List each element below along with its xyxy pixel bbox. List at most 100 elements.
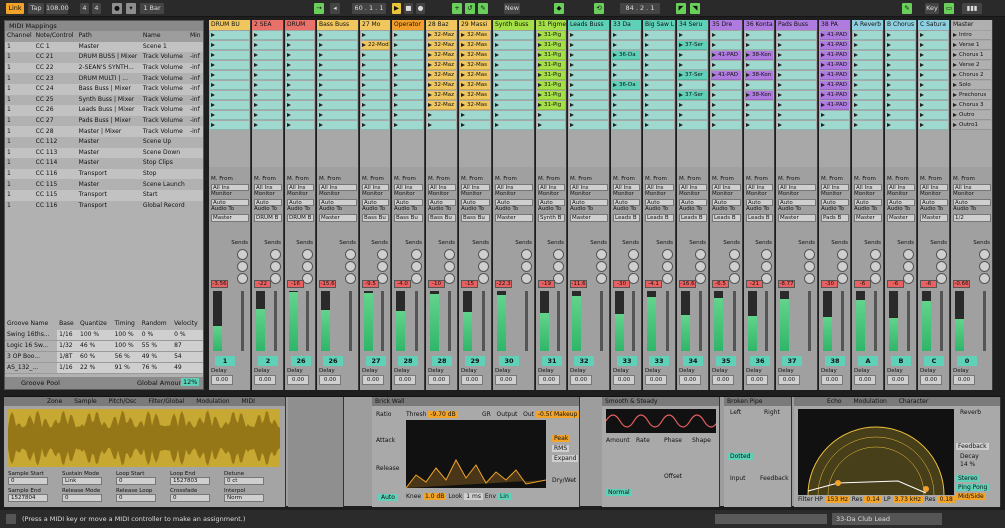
clip-slot[interactable] (286, 111, 314, 120)
clip-slot[interactable] (393, 91, 423, 100)
signature-numerator[interactable]: 4 (80, 3, 89, 14)
groove-cell[interactable]: Swing 16ths... (5, 329, 58, 341)
clip-slot[interactable]: 32-Maz (427, 91, 456, 100)
output-routing[interactable]: Leads B (645, 213, 674, 222)
send-knob[interactable] (596, 261, 607, 272)
volume-fader[interactable] (699, 291, 702, 351)
send-knob[interactable] (870, 261, 881, 272)
send-knob[interactable] (521, 249, 532, 260)
clip-slot[interactable] (777, 121, 816, 130)
auto-field[interactable]: Auto (746, 198, 773, 207)
groove-cell[interactable]: 100 % (112, 329, 140, 341)
volume-value[interactable]: -30 (613, 280, 630, 288)
track-activator[interactable]: 26 (323, 356, 343, 366)
all-ins-field[interactable]: All Ins (394, 183, 423, 192)
clip-slot[interactable]: 41-PAD (711, 51, 741, 60)
clip-slot[interactable] (886, 111, 915, 120)
output-routing[interactable]: Master (319, 213, 357, 222)
clip-slot[interactable] (253, 61, 282, 70)
volume-value[interactable]: -15 (461, 280, 478, 288)
track-activator[interactable]: 31 (542, 356, 562, 366)
track-activator[interactable]: 33 (617, 356, 637, 366)
column-header[interactable]: Min (188, 31, 203, 42)
volume-value[interactable]: -6.5 (712, 280, 729, 288)
groove-cell[interactable]: 1/32 (57, 340, 78, 352)
send-knob[interactable] (870, 249, 881, 260)
output-routing[interactable]: DRUM B (254, 213, 282, 222)
clip-slot[interactable]: 41-PAD (820, 71, 849, 80)
clip-slot[interactable] (612, 71, 640, 80)
auto-field[interactable]: Auto (570, 198, 608, 207)
auto-field[interactable]: Auto (428, 198, 456, 207)
tab-echo-character[interactable]: Character (899, 398, 929, 405)
clip-slot[interactable] (886, 121, 915, 130)
volume-fader[interactable] (415, 291, 418, 351)
auto-field[interactable]: Auto (712, 198, 741, 207)
groove-row[interactable]: Swing 16ths... 1/16 100 % 100 % 0 % 0 % (5, 329, 203, 341)
groove-cell[interactable]: 91 % (112, 362, 140, 374)
groove-cell[interactable]: 49 % (139, 351, 173, 363)
clip-slot[interactable] (886, 71, 915, 80)
clip-slot[interactable] (427, 111, 456, 120)
track-delay-value[interactable]: 0.00 (613, 375, 635, 385)
mapping-row[interactable]: 1 CC 1 Master Scene 1 (5, 41, 203, 53)
track-delay-value[interactable]: 0.00 (920, 375, 942, 385)
clip-slot[interactable]: 41-PAD (711, 71, 741, 80)
track-name[interactable]: 38 PA (819, 20, 850, 30)
clip-slot[interactable] (745, 101, 773, 110)
track-activator[interactable]: A (858, 356, 878, 366)
output-routing[interactable]: Master (920, 213, 948, 222)
clip-slot[interactable] (612, 41, 640, 50)
volume-fader[interactable] (666, 291, 669, 351)
track-name[interactable]: Big Saw L (643, 20, 675, 30)
volume-value[interactable]: -6 (887, 280, 904, 288)
auto-field[interactable]: Auto (211, 198, 249, 207)
expand-button[interactable]: Expand (552, 455, 579, 462)
clip-slot[interactable]: Outro (952, 111, 991, 120)
clip-slot[interactable] (711, 101, 741, 110)
clip-slot[interactable]: 41-PAD (820, 91, 849, 100)
clip-slot[interactable]: 38-Kon (745, 91, 773, 100)
clip-slot[interactable] (569, 91, 608, 100)
clip-slot[interactable] (919, 31, 948, 40)
send-knob[interactable] (761, 261, 772, 272)
clip-slot[interactable] (393, 111, 423, 120)
volume-value[interactable]: -9.5 (362, 280, 379, 288)
clip-slot[interactable]: 32-Maz (427, 61, 456, 70)
volume-value[interactable]: -19 (538, 280, 555, 288)
tap-button[interactable]: Tap (28, 3, 44, 14)
clip-slot[interactable] (361, 121, 389, 130)
send-knob[interactable] (804, 261, 815, 272)
volume-fader[interactable] (349, 291, 352, 351)
send-knob[interactable] (837, 273, 848, 284)
clip-slot[interactable] (393, 31, 423, 40)
clip-slot[interactable] (678, 121, 707, 130)
clip-slot[interactable] (253, 51, 282, 60)
clip-slot[interactable] (853, 111, 882, 120)
output-routing[interactable]: Pads B (821, 213, 849, 222)
track-activator[interactable]: 28 (398, 356, 418, 366)
all-ins-field[interactable]: All Ins (854, 183, 882, 192)
track-name[interactable]: 2 SEA (252, 20, 283, 30)
auto-button[interactable]: Auto (378, 494, 398, 501)
clip-slot[interactable] (612, 91, 640, 100)
groove-cell[interactable]: 3 OP Boo... (5, 351, 58, 363)
volume-value[interactable]: -16 (287, 280, 304, 288)
track-delay-value[interactable]: 0.00 (461, 375, 483, 385)
clip-slot[interactable]: 41-PAD (820, 61, 849, 70)
volume-value[interactable]: -0.66 (953, 280, 970, 288)
volume-fader[interactable] (940, 291, 943, 351)
clip-slot[interactable]: 31-Pig (537, 91, 565, 100)
track-name[interactable]: Synth Buss (493, 20, 534, 30)
sample-waveform[interactable] (8, 409, 280, 467)
tab-midi[interactable]: MIDI (242, 398, 255, 405)
clip-slot[interactable]: 31-Pig (537, 71, 565, 80)
clip-slot[interactable] (745, 81, 773, 90)
clip-slot[interactable] (393, 121, 423, 130)
clip-slot[interactable] (777, 91, 816, 100)
all-ins-field[interactable]: All Ins (920, 183, 948, 192)
track-activator[interactable]: 0 (957, 356, 977, 366)
ping-pong-button[interactable]: Ping Pong (956, 484, 990, 491)
selected-clip-name[interactable]: 33-Da Club Lead (832, 513, 942, 525)
output-routing[interactable]: Master (854, 213, 882, 222)
